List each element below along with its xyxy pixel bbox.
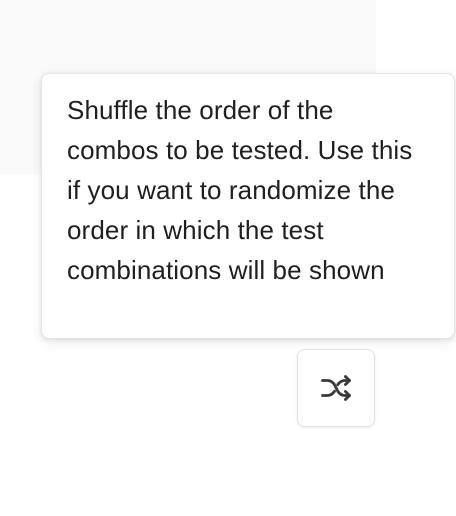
- shuffle-button[interactable]: [297, 349, 375, 427]
- tooltip-text: Shuffle the order of the combos to be te…: [67, 95, 413, 285]
- page: Shuffle the order of the combos to be te…: [0, 0, 456, 516]
- shuffle-tooltip: Shuffle the order of the combos to be te…: [41, 73, 455, 339]
- shuffle-icon: [318, 370, 354, 406]
